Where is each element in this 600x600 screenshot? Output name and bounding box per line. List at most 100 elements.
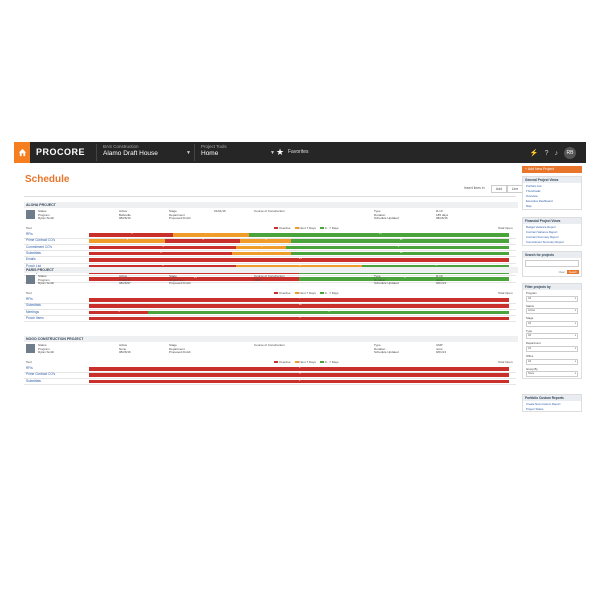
add-new-project-button[interactable]: + Add New Project [522, 166, 582, 173]
financial-views-panel: Financial Project Views Budget Variance … [522, 217, 582, 246]
chevron-down-icon[interactable]: ▼ [270, 150, 275, 156]
chevron-down-icon[interactable]: ▼ [186, 150, 191, 156]
tool-row[interactable]: Emails 25 [24, 257, 516, 264]
filter-value: All [528, 359, 531, 363]
status-bar[interactable]: 6 7 14 [89, 232, 509, 237]
bar-segment-red[interactable]: 7 [89, 297, 509, 302]
project-title[interactable]: ALOHA PROJECT [24, 202, 518, 208]
bell-icon[interactable]: ♪ [555, 150, 559, 157]
tool-row[interactable]: Punch Items 5 [24, 316, 516, 322]
tool-row[interactable]: Submittals 11 [24, 303, 516, 310]
tool-row[interactable]: Meetings 3 9 [24, 310, 516, 316]
filter-select[interactable]: All ▾ [526, 358, 578, 365]
bar-segment-orange[interactable]: 3 [89, 238, 165, 243]
filter-select[interactable]: All ▾ [526, 333, 578, 340]
tool-row[interactable]: Prime Contract CO's 3 3 6 12 [24, 238, 516, 245]
search-input[interactable] [525, 260, 579, 267]
bar-segment-red[interactable]: 6 [89, 232, 173, 237]
search-clear-link[interactable]: Clear [559, 271, 565, 274]
status-bar[interactable]: 8 7 10 [89, 251, 509, 256]
row-divider [24, 384, 516, 385]
bar-segment-orange[interactable]: 7 [231, 251, 291, 256]
bar-segment-red[interactable]: 5 [89, 316, 509, 321]
bar-segment-green[interactable]: 8 [299, 276, 509, 281]
filter-label: Stage [526, 316, 534, 321]
status-bar[interactable]: 7 [89, 297, 509, 302]
custom-report-link[interactable]: Project Status [523, 406, 581, 411]
bar-segment-red[interactable]: 2 [89, 378, 509, 384]
toggle-line-button[interactable]: Line [507, 185, 523, 193]
legend-item: Overdue [274, 360, 291, 364]
project-info-column: Stage Department Proposed Finish [169, 343, 191, 355]
bar-segment-red[interactable]: 11 [89, 303, 509, 308]
project-title[interactable]: NOGO CONSTRUCTION PROJECT [24, 336, 518, 342]
star-icon[interactable]: ★ [276, 147, 284, 158]
bar-segment-green[interactable]: 12 [290, 238, 509, 243]
tool-row[interactable]: RFIs 4 [24, 366, 516, 372]
toggle-add-button[interactable]: Add [491, 185, 507, 193]
project-tools-selector[interactable]: Project Tools Home [194, 144, 273, 161]
avatar[interactable]: RB [564, 147, 576, 159]
tool-row[interactable]: Submittals 8 7 10 [24, 251, 516, 257]
bar-segment-green[interactable]: 10 [290, 251, 509, 256]
project-info-value: Schedule Updated [374, 281, 399, 286]
search-actions: Clear Search [523, 269, 581, 276]
top-nav-bar: PROCORE BAS Construction Alamo Draft Hou… [14, 142, 586, 163]
filter-select[interactable]: None ▾ [526, 371, 578, 378]
status-bar[interactable]: 4 [89, 366, 509, 371]
status-bar[interactable]: 3 [89, 372, 509, 377]
legend-label: 0 - 7 Days [324, 291, 339, 295]
legend-item: Next 7 Days [294, 226, 316, 230]
status-bar[interactable]: 3 3 6 12 [89, 238, 509, 243]
bar-segment-red[interactable]: 3 [164, 238, 241, 243]
tool-row[interactable]: RFIs 6 7 14 [24, 232, 516, 238]
tool-row[interactable]: RFIs 7 [24, 297, 516, 303]
home-button[interactable] [14, 142, 30, 163]
bar-segment-red[interactable]: 25 [89, 257, 509, 262]
bar-segment-orange[interactable]: 6 [240, 238, 291, 243]
filter-select[interactable]: All ▾ [526, 320, 578, 327]
status-bar[interactable]: 4 2 9 [89, 244, 509, 250]
procore-logo[interactable]: PROCORE [36, 147, 85, 157]
bar-segment-green[interactable]: 9 [286, 244, 509, 250]
status-bar[interactable]: 5 [89, 316, 509, 321]
bar-segment-red[interactable]: 8 [89, 251, 232, 256]
legend-label: Overdue [279, 291, 291, 295]
bar-segment-red[interactable]: 4 [89, 366, 509, 371]
filter-select[interactable]: All ▾ [526, 295, 578, 302]
financial-view-link[interactable]: Commitment Summary Report [523, 240, 581, 245]
filter-select[interactable]: All ▾ [526, 345, 578, 352]
project-thumbnail[interactable] [26, 275, 35, 284]
tool-row[interactable]: Prime Contract CO's 3 [24, 372, 516, 379]
search-title: Search for projects [523, 252, 581, 258]
bar-segment-green[interactable]: 14 [248, 232, 509, 237]
segment-count: 2 [299, 378, 301, 382]
project-thumbnail[interactable] [26, 344, 35, 353]
status-bar[interactable]: 2 [89, 378, 509, 384]
bar-segment-orange[interactable]: 2 [236, 245, 287, 250]
bar-segment-red[interactable]: 3 [89, 372, 509, 377]
bar-segment-red[interactable]: 3 [89, 310, 148, 315]
segment-count: 9 [397, 244, 400, 248]
bar-segment-orange[interactable]: 7 [173, 232, 249, 237]
company-project-selector[interactable]: BAS Construction Alamo Draft House [96, 144, 183, 161]
plug-icon[interactable]: ⚡ [530, 149, 539, 157]
general-views-list: Portfolio List Thumbnails Overview Executiv… [523, 183, 581, 209]
project-title[interactable]: PARIS PROJECT [24, 267, 518, 273]
segment-count: 8 [404, 276, 406, 280]
chevron-down-icon: ▾ [574, 334, 576, 338]
filter-label: Department [526, 341, 541, 346]
search-button[interactable]: Search [566, 270, 579, 275]
filter-select[interactable]: Active ▾ [526, 308, 578, 315]
tool-row[interactable]: Submittals 2 [24, 379, 516, 385]
tool-row[interactable]: Commitment CO's 4 2 9 [24, 245, 516, 251]
general-view-link[interactable]: Map [523, 204, 581, 209]
help-icon[interactable]: ? [545, 150, 549, 157]
status-bar[interactable]: 25 [89, 257, 509, 262]
project-thumbnail[interactable] [26, 210, 35, 219]
favorites-label[interactable]: Favorites [288, 149, 309, 155]
bar-segment-green[interactable]: 9 [147, 310, 509, 315]
bar-segment-red[interactable]: 4 [89, 245, 236, 250]
status-bar[interactable]: 11 [89, 303, 509, 308]
status-bar[interactable]: 39 [89, 310, 509, 315]
